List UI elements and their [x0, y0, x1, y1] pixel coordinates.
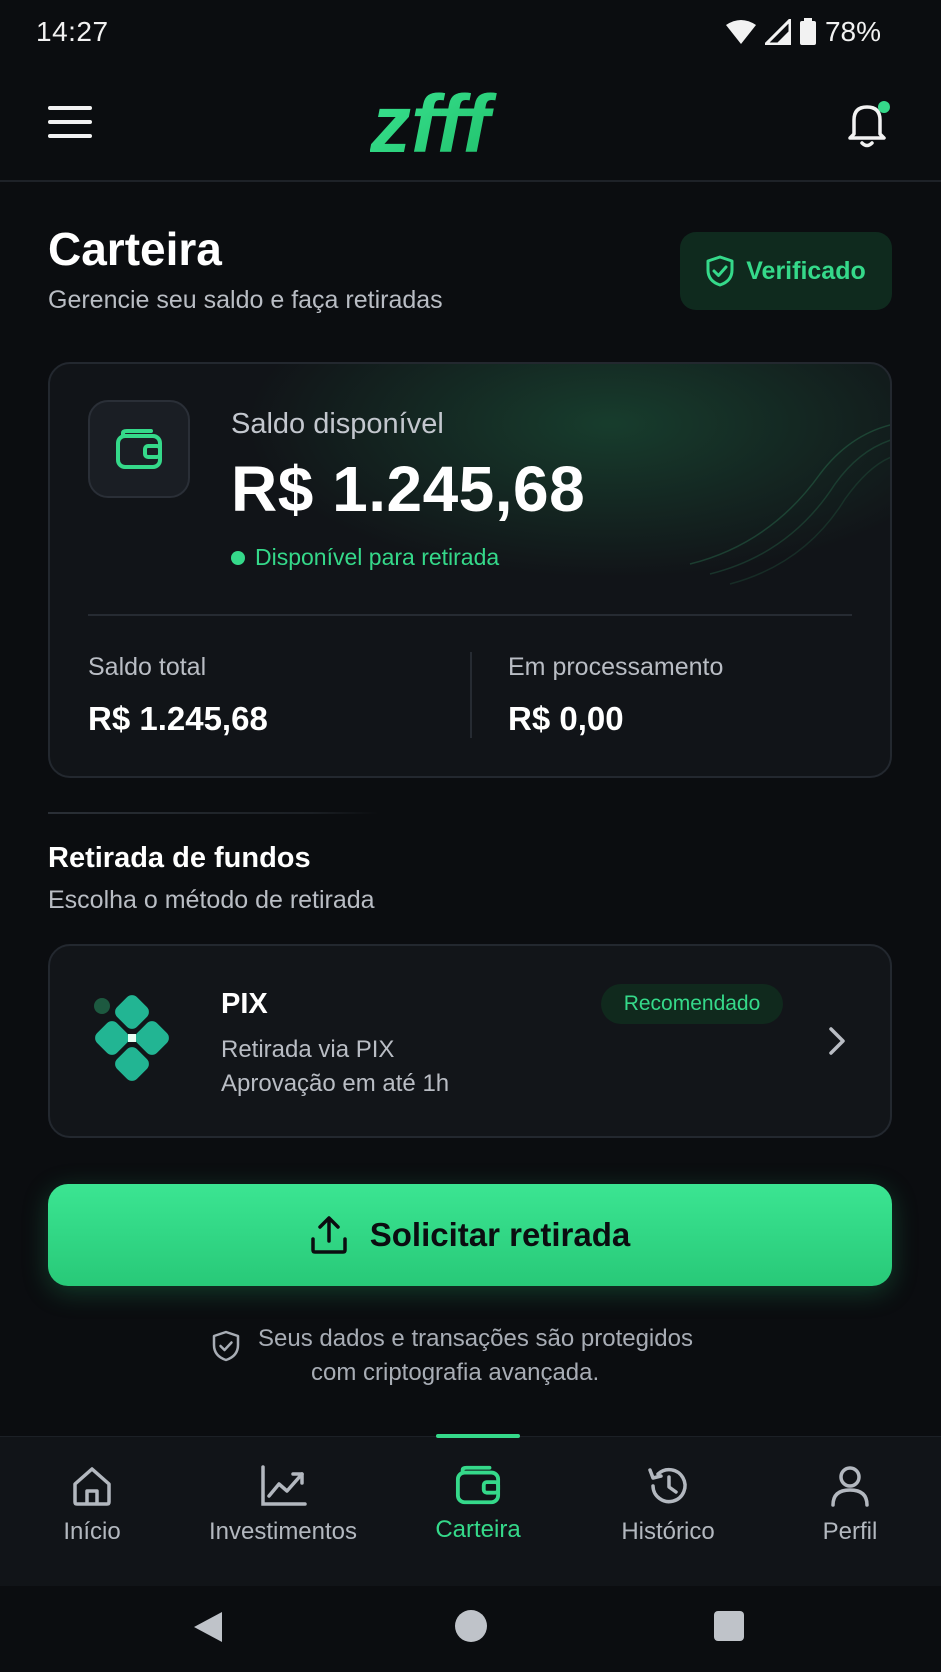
nav-label-perfil: Perfil — [822, 1518, 878, 1545]
battery-percent: 78% — [824, 16, 881, 47]
page-subtitle: Gerencie seu saldo e faça retiradas — [48, 286, 443, 314]
shield-check-icon — [706, 255, 734, 287]
bell-icon[interactable] — [842, 98, 892, 150]
security-note-line1: Seus dados e transações são protegidos — [258, 1325, 693, 1352]
available-balance-label: Saldo disponível — [231, 408, 444, 440]
pix-method-approval: Aprovação em até 1h — [221, 1070, 450, 1097]
nav-label-historico: Histórico — [621, 1518, 715, 1545]
active-tab-indicator — [436, 1434, 520, 1438]
status-icons: 78% — [725, 16, 881, 48]
card-vertical-divider — [470, 652, 472, 738]
verified-badge: Verificado — [680, 232, 892, 310]
battery-icon — [799, 18, 816, 45]
pix-icon — [94, 995, 169, 1081]
security-note-line2: com criptografia avançada. — [311, 1359, 600, 1386]
nav-item-carteira[interactable]: Carteira — [383, 1464, 573, 1574]
nav-item-perfil[interactable]: Perfil — [755, 1464, 941, 1574]
nav-item-investimentos[interactable]: Investimentos — [188, 1464, 378, 1574]
card-divider — [88, 614, 852, 616]
nav-label-inicio: Início — [63, 1518, 121, 1545]
home-button-icon[interactable] — [455, 1610, 487, 1642]
chart-icon — [261, 1465, 307, 1506]
status-dot — [231, 550, 245, 565]
zfff-logo: zfff — [370, 88, 498, 158]
request-withdrawal-button[interactable]: Solicitar retirada — [48, 1184, 892, 1286]
request-withdrawal-label: Solicitar retirada — [369, 1216, 631, 1253]
shield-check-icon — [212, 1330, 240, 1362]
signal-icon — [764, 19, 791, 45]
page-title: Carteira — [48, 223, 222, 275]
nav-item-inicio[interactable]: Início — [0, 1464, 187, 1574]
recommended-badge: Recomendado — [601, 984, 783, 1024]
total-balance-label: Saldo total — [88, 653, 207, 681]
withdraw-subtitle: Escolha o método de retirada — [48, 886, 375, 914]
upload-icon — [311, 1216, 347, 1254]
menu-icon[interactable] — [48, 106, 92, 140]
back-icon[interactable] — [192, 1610, 224, 1644]
history-icon — [648, 1467, 687, 1504]
wallet-icon — [116, 429, 162, 469]
status-time: 14:27 — [36, 16, 109, 47]
wallet-icon — [455, 1465, 501, 1505]
wifi-icon — [725, 20, 756, 44]
total-balance-value: R$ 1.245,68 — [88, 700, 268, 737]
home-icon — [73, 1467, 111, 1506]
wallet-icon-box — [88, 400, 190, 498]
verified-label: Verificado — [746, 256, 866, 285]
available-balance-value: R$ 1.245,68 — [231, 453, 586, 525]
section-divider — [48, 812, 378, 814]
pix-method-description: Retirada via PIX — [221, 1036, 395, 1063]
processing-value: R$ 0,00 — [508, 700, 624, 737]
nav-label-investimentos: Investimentos — [208, 1518, 358, 1545]
user-icon — [831, 1466, 869, 1507]
withdraw-title: Retirada de fundos — [48, 842, 311, 874]
logo-z-letter: zfff — [370, 88, 498, 158]
available-status: Disponível para retirada — [231, 544, 499, 571]
processing-label: Em processamento — [508, 653, 724, 681]
pix-method-name: PIX — [221, 988, 268, 1020]
nav-label-carteira: Carteira — [435, 1516, 521, 1543]
nav-item-historico[interactable]: Histórico — [573, 1464, 763, 1574]
available-status-text: Disponível para retirada — [255, 544, 500, 570]
chevron-right-icon[interactable] — [826, 1024, 850, 1058]
recents-icon[interactable] — [714, 1611, 744, 1641]
